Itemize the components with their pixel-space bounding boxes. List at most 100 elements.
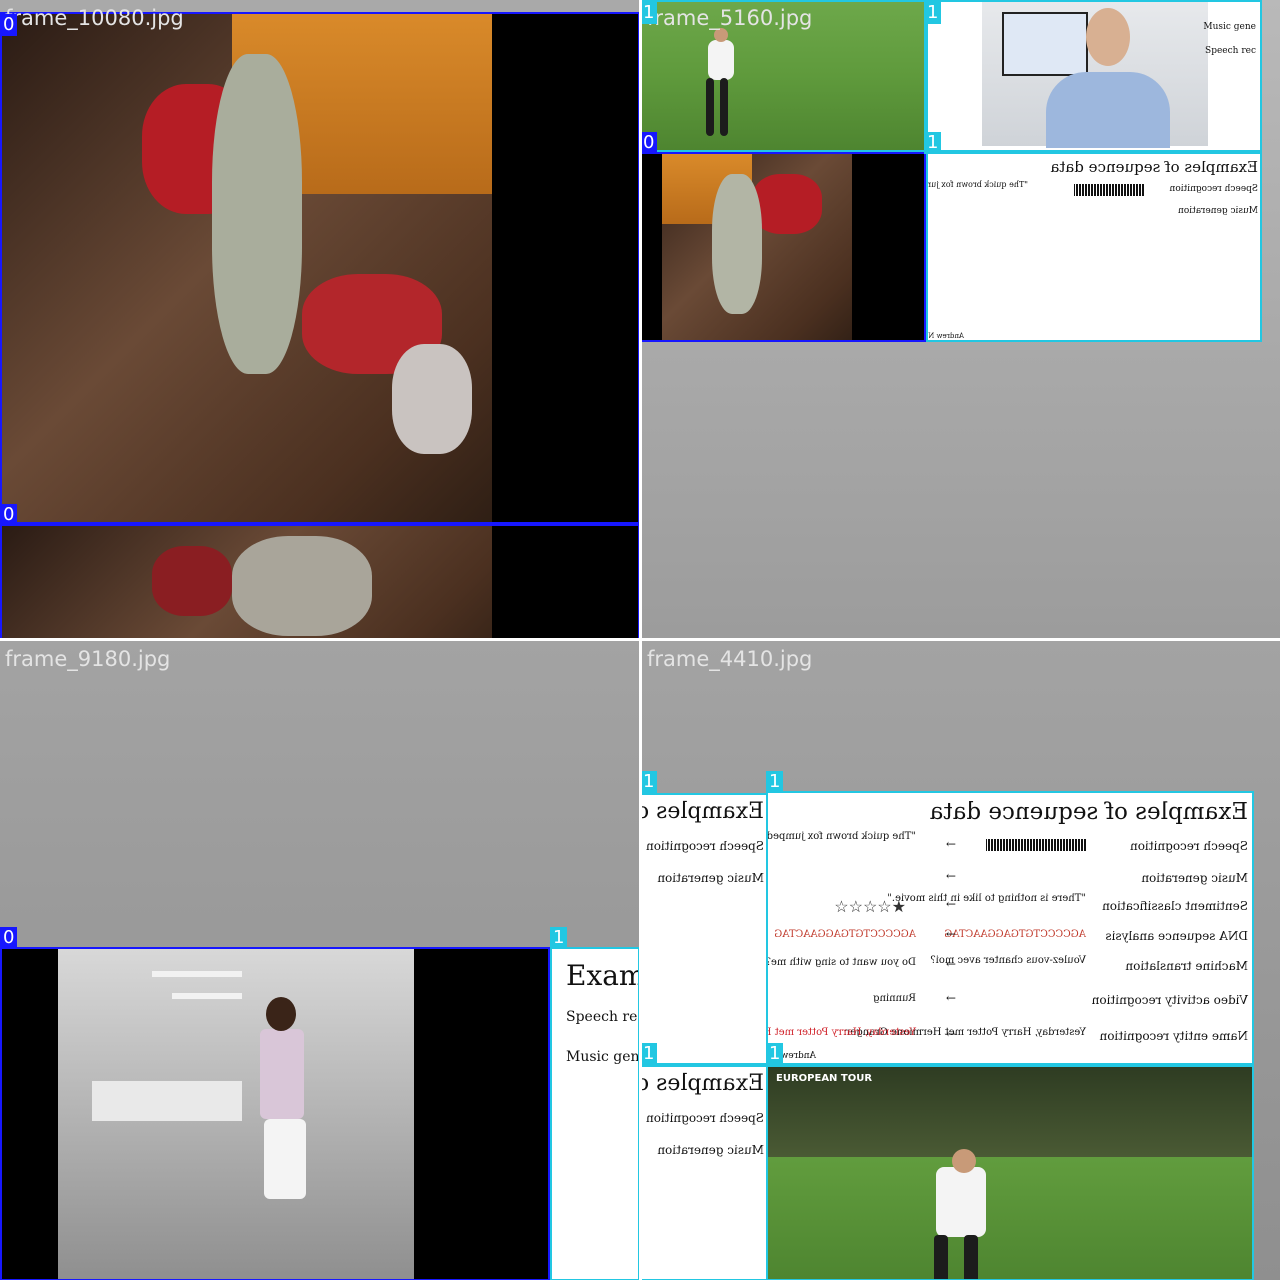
waveform: [1074, 184, 1144, 196]
class-label: 0: [0, 504, 18, 526]
class-label: 0: [0, 927, 18, 949]
letterbox: [642, 154, 662, 340]
ceiling-light: [172, 993, 242, 999]
lecture-video: [982, 2, 1208, 148]
detection-box[interactable]: Exam Speech rec Music gene: [550, 947, 639, 1280]
slide-output: "The quick brown fox jumped over the laz…: [928, 180, 1028, 189]
woman: [260, 1029, 304, 1119]
tile-filename: frame_5160.jpg: [647, 6, 813, 30]
detection-box[interactable]: [0, 524, 639, 638]
slide-output: "The quick brown fox jumped over the laz…: [766, 831, 916, 842]
slide-output: Running: [873, 993, 916, 1004]
letterbox: [852, 154, 924, 340]
slide-title: Examples of sequence data: [1050, 158, 1258, 176]
class-label: 1: [766, 771, 784, 793]
slide-row: Music generation: [657, 1143, 764, 1157]
slide-row: Music generation: [1178, 206, 1258, 216]
scene-figure: [752, 174, 822, 234]
slide-author: Andrew Ng: [926, 332, 964, 340]
slide-title: Examples of sequence data: [929, 799, 1248, 825]
detection-box[interactable]: [642, 152, 926, 342]
class-label: 1: [924, 2, 942, 24]
detection-box[interactable]: Examples of sequence data Speech recogni…: [766, 791, 1254, 1065]
detection-box[interactable]: Examples of sequence data Speech recogni…: [642, 793, 768, 1065]
golfer-legs: [964, 1235, 978, 1279]
mirrored-slide: Examples of sequence data Speech recogni…: [642, 1067, 766, 1279]
slide-row: Speech recognition: [1129, 839, 1248, 853]
slide-row: Video activity recognition: [1091, 993, 1248, 1007]
mosaic-tile-3: frame_9180.jpg 0 Exam Speech rec Music g…: [0, 641, 639, 1280]
slide-output: Yesterday, Harry Potter met Hermione Gra…: [768, 1027, 916, 1038]
tour-logo: EUROPEAN TOUR: [776, 1073, 873, 1084]
class-label: 1: [642, 771, 658, 793]
ceiling-light: [152, 971, 242, 977]
arrow-icon: →: [945, 957, 956, 971]
detection-box[interactable]: Examples of sequence data Speech recogni…: [642, 1065, 768, 1280]
class-label: 1: [642, 1043, 658, 1065]
slide-row: Speech recognition: [1169, 184, 1258, 194]
slide-title: Examples of sequence data: [642, 1071, 764, 1096]
mirrored-slide: Examples of sequence data Speech recogni…: [642, 795, 766, 1063]
golfer: [936, 1167, 986, 1237]
arrow-icon: →: [945, 927, 956, 941]
star-rating-icon: ★☆☆☆☆: [834, 897, 906, 916]
slide-title: Exam: [566, 959, 639, 992]
golfer-head: [714, 28, 728, 42]
golfer-head: [952, 1149, 976, 1173]
slide-row: Sentiment classification: [1102, 899, 1248, 913]
slide-row: Music gene: [566, 1049, 639, 1065]
slide-row: Name entity recognition: [1099, 1029, 1249, 1043]
golfer-legs: [934, 1235, 948, 1279]
slide-row: Music generation: [1141, 871, 1248, 885]
class-label: 1: [550, 927, 568, 949]
arrow-icon: →: [945, 897, 956, 911]
class-label: 1: [766, 1043, 784, 1065]
monitor: [1002, 12, 1088, 76]
service-counter: [92, 1079, 242, 1121]
mirrored-slide: Examples of sequence data Speech recogni…: [766, 793, 1252, 1063]
slide-input: AGCCCCTGTGAGGAACTAG: [944, 929, 1086, 940]
detection-box[interactable]: [0, 12, 639, 524]
scene-figure: [232, 536, 372, 636]
golfer-legs: [706, 78, 714, 136]
lecturer: [1046, 72, 1170, 148]
slide-row: Machine translation: [1125, 959, 1248, 973]
arrow-icon: →: [945, 991, 956, 1005]
detection-box[interactable]: Music gene Speech rec: [926, 0, 1262, 152]
slide-output: Do you want to sing with me?: [766, 957, 916, 968]
slide-fragment: Speech rec: [1205, 46, 1256, 56]
mosaic-tile-2: frame_5160.jpg 1 Music gene Speech rec 1…: [642, 0, 1280, 638]
slide-output: AGCCCCTGTGAGGAACTAG: [774, 929, 916, 940]
slide-row: Speech recognition: [645, 839, 764, 853]
class-label: 1: [924, 132, 942, 154]
class-label: 0: [0, 14, 18, 36]
slide-row: Music generation: [657, 871, 764, 885]
letterbox: [492, 526, 638, 638]
detection-box[interactable]: Examples of sequence data Speech recogni…: [926, 152, 1262, 342]
arrow-icon: →: [945, 869, 956, 883]
letterbox: [2, 949, 58, 1279]
class-label: 0: [642, 132, 658, 154]
woman-head: [266, 997, 296, 1031]
slide-title: Examples of sequence data: [642, 799, 764, 824]
golfer: [708, 40, 734, 80]
scene-figure: [212, 54, 302, 374]
scene-figure: [152, 546, 232, 616]
slide-input: "There is nothing to like in this movie.…: [887, 893, 1086, 904]
lecturer-head: [1086, 8, 1130, 66]
detection-box[interactable]: EUROPEAN TOUR: [766, 1065, 1254, 1280]
mirrored-slide: Examples of sequence data Speech recogni…: [926, 154, 1260, 340]
mosaic-tile-1: frame_10080.jpg 0 0: [0, 0, 639, 638]
arrow-icon: →: [945, 837, 956, 851]
waveform: [986, 839, 1086, 851]
scene-figure: [712, 174, 762, 314]
detection-box[interactable]: [0, 947, 550, 1280]
slide-row: DNA sequence analysis: [1105, 929, 1248, 943]
slide-row: Speech recognition: [645, 1111, 764, 1125]
class-label: 1: [642, 2, 658, 24]
tile-separator: [0, 638, 1280, 641]
letterbox: [492, 14, 638, 522]
arrow-icon: →: [945, 1027, 956, 1041]
tile-filename: frame_9180.jpg: [5, 647, 171, 671]
mosaic-tile-4: frame_4410.jpg Examples of sequence data…: [642, 641, 1280, 1280]
